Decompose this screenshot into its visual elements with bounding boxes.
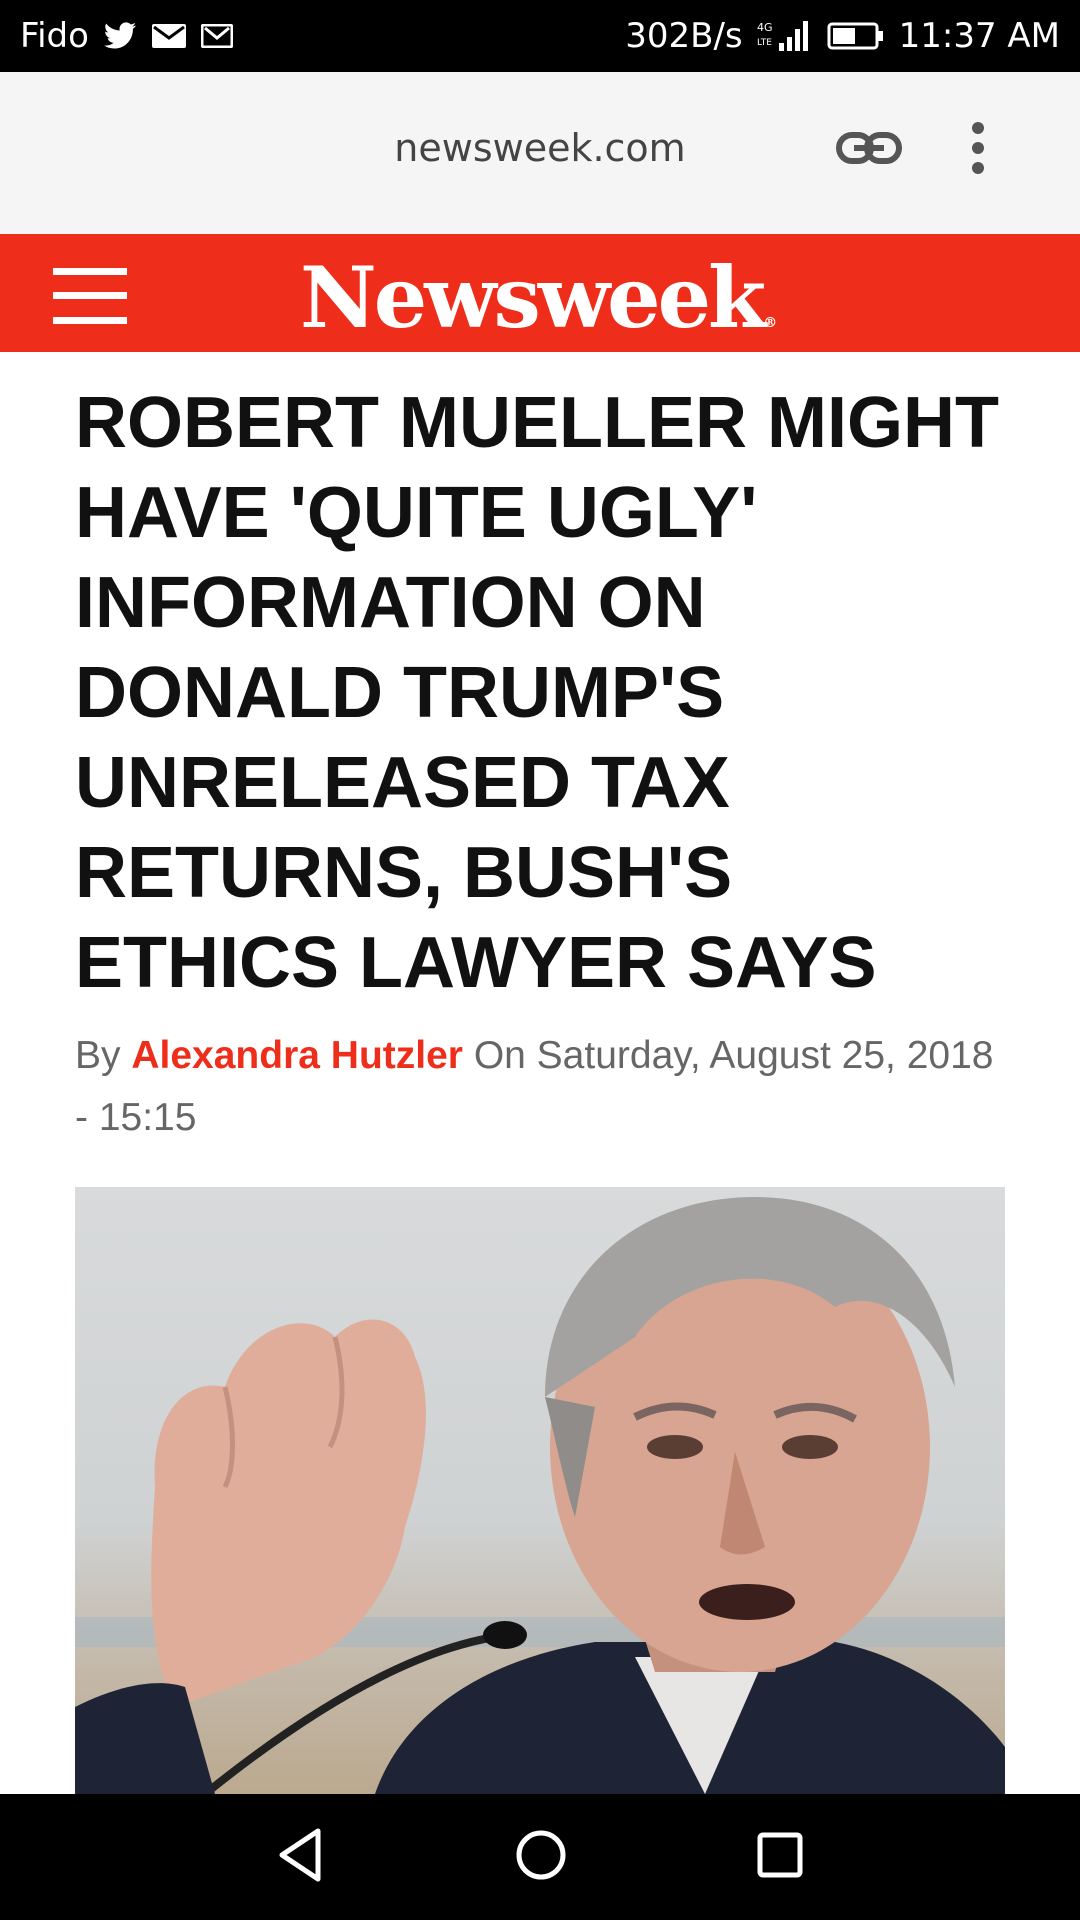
article-byline: By Alexandra Hutzler On Saturday, August… — [75, 1025, 1015, 1149]
back-icon[interactable] — [276, 1827, 324, 1888]
byline-prefix: By — [75, 1034, 121, 1077]
signal-icon: 4G LTE — [757, 19, 813, 53]
newsweek-logo[interactable]: Newsweek® — [300, 248, 777, 347]
net-speed: 302B/s — [625, 16, 743, 56]
logo-text: Newsweek — [300, 248, 766, 347]
home-icon[interactable] — [514, 1827, 568, 1888]
svg-text:LTE: LTE — [757, 38, 772, 48]
recents-icon[interactable] — [756, 1827, 804, 1888]
site-header: Newsweek® — [0, 234, 1080, 352]
svg-text:4G: 4G — [757, 21, 773, 34]
article-headline: ROBERT MUELLER MIGHT HAVE 'QUITE UGLY' I… — [75, 383, 999, 1003]
article-photo[interactable] — [75, 1187, 1005, 1794]
mail-icon — [151, 23, 187, 49]
registered-mark: ® — [763, 315, 778, 331]
browser-url-bar: newsweek.com — [0, 72, 1080, 234]
battery-icon — [827, 22, 885, 50]
url-display[interactable]: newsweek.com — [0, 126, 1080, 170]
more-vert-icon[interactable] — [970, 122, 986, 179]
android-nav-bar — [0, 1794, 1080, 1920]
clock: 11:37 AM — [898, 16, 1060, 56]
twitter-icon — [103, 22, 137, 50]
hamburger-menu-icon[interactable] — [53, 268, 127, 324]
status-bar: Fido 302B/s 4G LTE 11:37 AM — [0, 0, 1080, 72]
gmail-icon — [200, 24, 233, 48]
author-link[interactable]: Alexandra Hutzler — [131, 1034, 463, 1077]
link-icon[interactable] — [836, 130, 902, 171]
carrier-label: Fido — [20, 16, 89, 56]
